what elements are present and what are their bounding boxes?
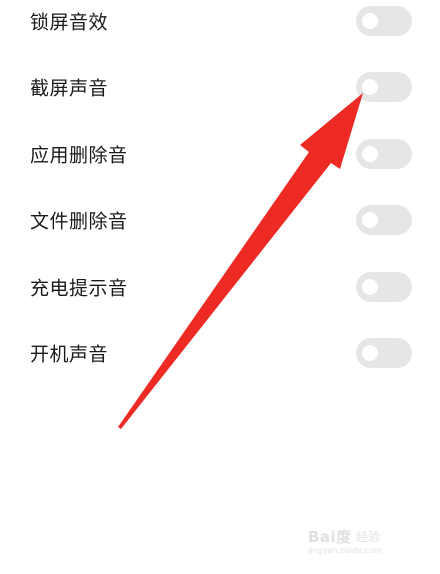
toggle-knob <box>362 212 378 228</box>
setting-label: 充电提示音 <box>30 277 128 300</box>
lock-screen-sound-toggle[interactable] <box>356 6 412 36</box>
app-delete-sound-toggle[interactable] <box>356 139 412 169</box>
file-delete-sound-toggle[interactable] <box>356 205 412 235</box>
watermark-url: jingyan.baidu.com <box>308 546 382 555</box>
screenshot-sound-toggle[interactable] <box>356 72 412 102</box>
setting-row-file-delete-sound: 文件删除音 <box>0 200 440 240</box>
setting-label: 应用删除音 <box>30 144 128 167</box>
setting-row-lock-screen-sound: 锁屏音效 <box>0 1 440 41</box>
toggle-knob <box>362 345 378 361</box>
setting-label: 开机声音 <box>30 343 109 366</box>
jingyan-label: 经验 <box>356 530 381 544</box>
toggle-knob <box>362 13 378 29</box>
toggle-knob <box>362 279 378 295</box>
toggle-knob <box>362 79 378 95</box>
setting-label: 锁屏音效 <box>30 11 109 34</box>
baidu-jingyan-watermark: Bai度 经验 jingyan.baidu.com <box>308 524 418 560</box>
setting-label: 截屏声音 <box>30 77 109 100</box>
setting-row-app-delete-sound: 应用删除音 <box>0 134 440 174</box>
toggle-knob <box>362 146 378 162</box>
setting-label: 文件删除音 <box>30 210 128 233</box>
baidu-logo: Bai度 <box>308 528 352 546</box>
boot-sound-toggle[interactable] <box>356 338 412 368</box>
setting-row-screenshot-sound: 截屏声音 <box>0 67 440 107</box>
setting-row-charging-sound: 充电提示音 <box>0 267 440 307</box>
charging-sound-toggle[interactable] <box>356 272 412 302</box>
setting-row-boot-sound: 开机声音 <box>0 333 440 373</box>
